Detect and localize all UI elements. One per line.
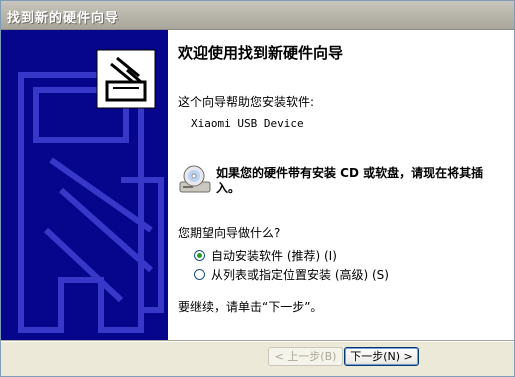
hardware-install-icon xyxy=(18,49,164,333)
device-name: Xiaomi USB Device xyxy=(191,117,304,130)
option-auto-install[interactable]: 自动安装软件 (推荐) (I) xyxy=(194,247,337,264)
wizard-heading: 欢迎使用找到新硬件向导 xyxy=(178,44,344,62)
back-button[interactable]: < 上一步(B) xyxy=(268,347,343,366)
cd-drive-icon xyxy=(179,165,211,193)
wizard-window: 找到新的硬件向导 欢迎使用找到新硬件向导 这个向导帮助您安装软件: Xiaomi… xyxy=(0,0,515,377)
window-title: 找到新的硬件向导 xyxy=(7,11,120,26)
title-bar[interactable]: 找到新的硬件向导 xyxy=(1,1,514,30)
continue-text: 要继续，请单击“下一步”。 xyxy=(178,300,323,314)
cd-note: 如果您的硬件带有安装 CD 或软盘，请现在将其插入。 xyxy=(216,166,484,195)
next-button[interactable]: 下一步(N) > xyxy=(344,347,419,366)
option-auto-install-label: 自动安装软件 (推荐) (I) xyxy=(211,249,337,263)
wizard-side-panel xyxy=(1,30,168,340)
option-list-install-label: 从列表或指定位置安装 (高级) (S) xyxy=(211,268,389,282)
wizard-content: 欢迎使用找到新硬件向导 这个向导帮助您安装软件: Xiaomi USB Devi… xyxy=(168,30,514,340)
radio-auto-install[interactable] xyxy=(194,250,205,261)
intro-text: 这个向导帮助您安装软件: xyxy=(178,95,315,109)
separator xyxy=(1,340,514,342)
radio-list-install[interactable] xyxy=(194,269,205,280)
option-list-install[interactable]: 从列表或指定位置安装 (高级) (S) xyxy=(194,266,389,283)
question-text: 您期望向导做什么? xyxy=(178,226,281,240)
